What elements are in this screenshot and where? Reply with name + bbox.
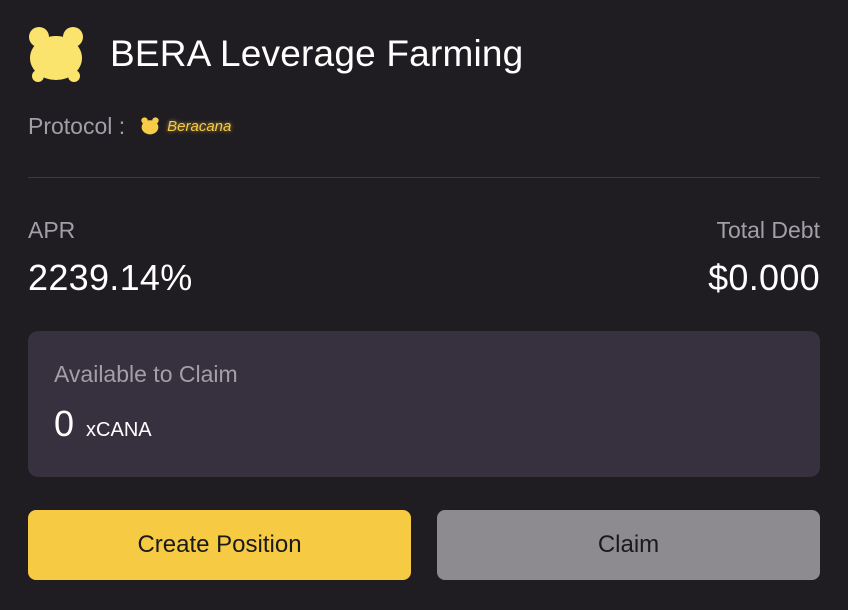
apr-value: 2239.14% [28,257,193,298]
divider [28,177,820,178]
claim-button[interactable]: Claim [437,510,820,580]
claim-amount-value: 0 [54,403,75,444]
total-debt-stat: Total Debt $0.000 [708,214,820,298]
protocol-row: Protocol : Beracana [28,110,231,142]
create-position-button[interactable]: Create Position [28,510,411,580]
farming-card: BERA Leverage Farming Protocol : Beracan… [0,0,848,610]
bear-head-icon [141,117,159,135]
bear-head-icon [29,27,83,82]
protocol-label: Protocol : [28,112,126,139]
page-title: BERA Leverage Farming [110,33,524,74]
card-header: BERA Leverage Farming [28,24,523,84]
apr-stat: APR 2239.14% [28,214,193,298]
claim-token-unit: xCANA [86,419,152,441]
total-debt-value: $0.000 [708,257,820,298]
protocol-name-link[interactable]: Beracana [167,118,231,135]
claim-label: Available to Claim [54,361,238,387]
available-to-claim-panel: Available to Claim 0 xCANA [28,331,820,477]
total-debt-label: Total Debt [716,217,820,243]
apr-label: APR [28,217,76,243]
claim-amount: 0 xCANA [54,403,152,445]
